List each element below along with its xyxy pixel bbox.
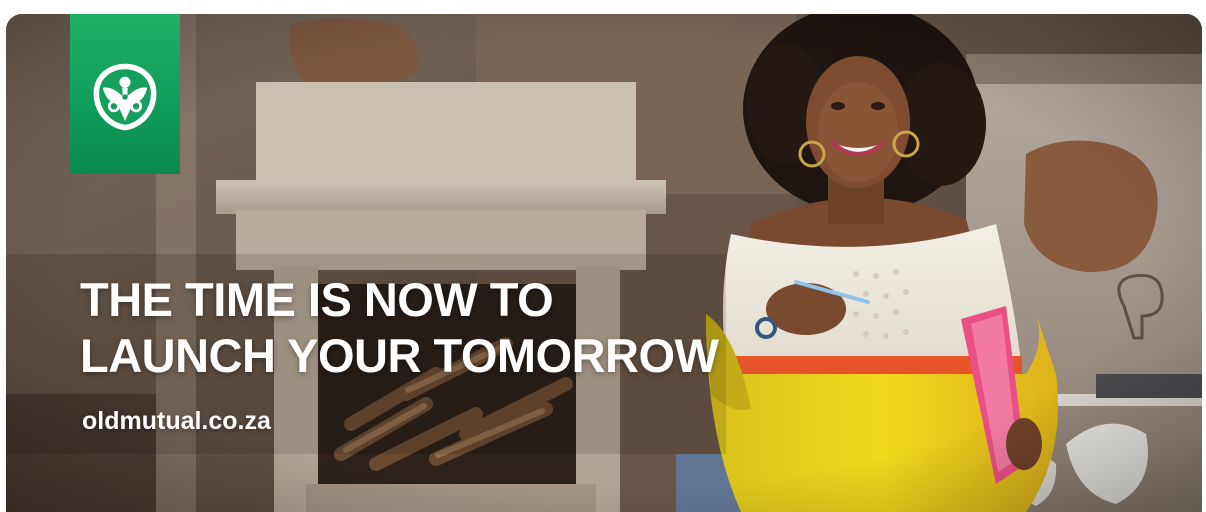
ad-banner[interactable]: THE TIME IS NOW TO LAUNCH YOUR TOMORROW … [6,14,1202,512]
background-photo [6,14,1202,512]
website-link[interactable]: oldmutual.co.za [82,407,271,436]
old-mutual-shield-icon [93,63,157,131]
headline-line-2: LAUNCH YOUR TOMORROW [80,329,719,382]
headline-line-1: THE TIME IS NOW TO [80,273,554,326]
old-mutual-logo[interactable] [70,14,180,174]
headline: THE TIME IS NOW TO LAUNCH YOUR TOMORROW [80,272,719,384]
